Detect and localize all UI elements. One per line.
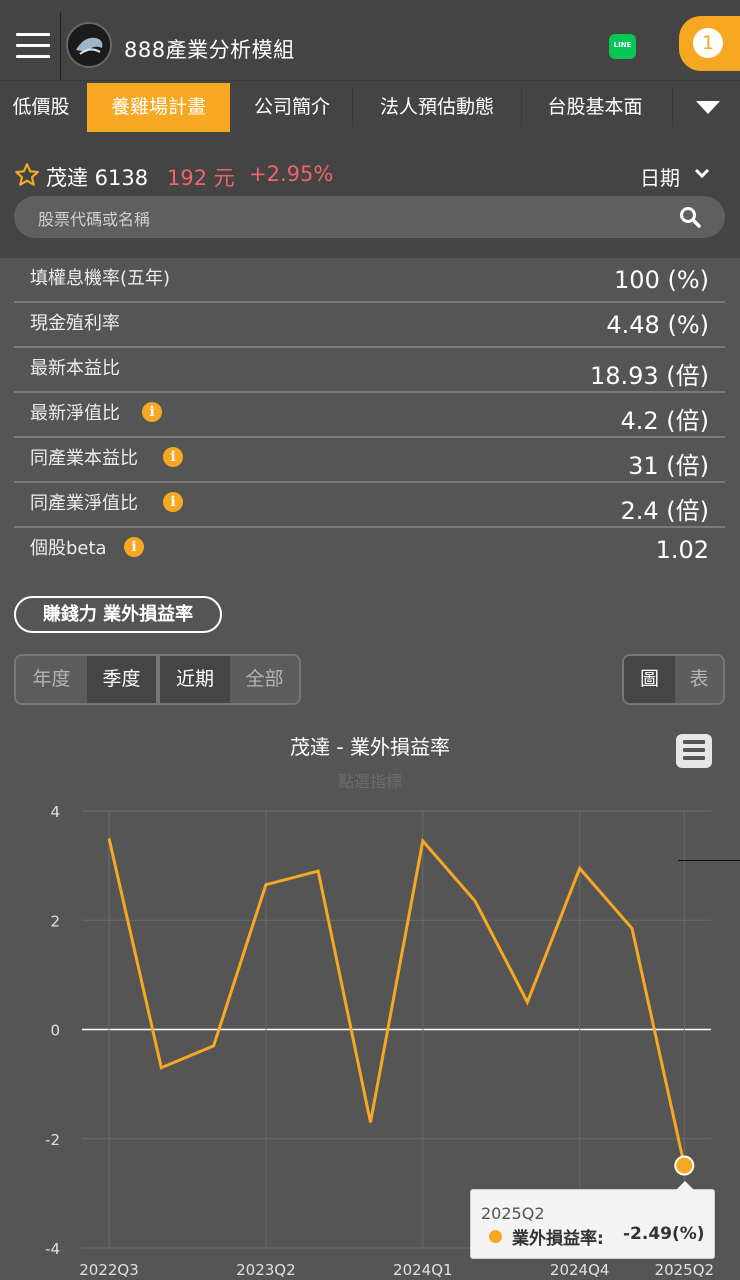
tab-institutional-forecast[interactable]: 法人預估動態	[356, 83, 518, 132]
range-all-button[interactable]: 全部	[230, 656, 299, 703]
x-tick-label: 2025Q2	[655, 1261, 715, 1279]
metric-row: 填權息機率(五年) 100 (%)	[14, 258, 725, 303]
metric-label: 現金殖利率	[30, 313, 120, 334]
x-tick-label: 2022Q3	[79, 1261, 139, 1279]
tab-divider	[521, 87, 522, 127]
tab-company-profile[interactable]: 公司簡介	[236, 83, 348, 132]
view-chart-button[interactable]: 圖	[624, 656, 675, 703]
search-placeholder: 股票代碼或名稱	[38, 210, 151, 229]
metric-label: 同產業本益比	[30, 448, 138, 469]
tooltip-category: 2025Q2	[481, 1204, 545, 1223]
metric-value: 100 (%)	[614, 266, 709, 294]
metric-value: 1.02	[655, 536, 709, 564]
metric-label: 最新淨值比	[30, 403, 120, 424]
x-tick-label: 2024Q1	[393, 1261, 453, 1279]
metric-value: 31 (倍)	[628, 452, 709, 480]
edge-line	[678, 860, 740, 861]
tab-divider	[672, 87, 673, 127]
metric-row: 現金殖利率 4.48 (%)	[14, 303, 725, 348]
chevron-down-icon	[696, 101, 720, 114]
stock-search-input[interactable]: 股票代碼或名稱	[14, 196, 725, 238]
metric-value: 18.93 (倍)	[589, 362, 709, 390]
date-dropdown[interactable]: 日期	[640, 162, 710, 191]
y-tick-label: 2	[50, 912, 60, 930]
app-title: 888產業分析模組	[124, 38, 295, 62]
series-line	[107, 837, 686, 1166]
view-toggle: 圖 表	[622, 654, 725, 705]
notification-button[interactable]: 1	[679, 16, 740, 71]
chart-tooltip: 2025Q2 業外損益率: -2.49(%)	[470, 1181, 715, 1259]
metric-row: 同產業本益比 i 31 (倍)	[14, 438, 725, 483]
tab-fundamentals[interactable]: 台股基本面	[525, 83, 665, 132]
line-share-icon[interactable]: LINE	[609, 34, 636, 59]
stock-change: +2.95%	[249, 162, 334, 186]
period-toggle: 年度 季度	[14, 654, 158, 705]
x-tick-label: 2023Q2	[236, 1261, 296, 1279]
metric-row: 最新本益比 18.93 (倍)	[14, 348, 725, 393]
metric-row: 最新淨值比 i 4.2 (倍)	[14, 393, 725, 438]
tab-low-price[interactable]: 低價股	[0, 83, 82, 132]
tab-chicken-farm[interactable]: 養雞場計畫	[87, 83, 230, 132]
date-dropdown-label: 日期	[640, 166, 680, 190]
search-icon[interactable]	[679, 206, 701, 228]
highlighted-data-point	[674, 1155, 695, 1176]
metric-label: 同產業淨值比	[30, 493, 138, 514]
notification-count: 1	[693, 28, 723, 58]
range-toggle: 近期 全部	[158, 654, 301, 705]
info-icon[interactable]: i	[142, 402, 162, 422]
period-quarterly-button[interactable]: 季度	[87, 656, 156, 703]
tab-bar: 低價股 養雞場計畫 公司簡介 法人預估動態 台股基本面	[0, 80, 740, 132]
info-icon[interactable]: i	[163, 447, 183, 467]
y-tick-label: -4	[45, 1240, 60, 1258]
metric-value: 4.48 (%)	[606, 311, 709, 339]
line-share-label: LINE	[613, 41, 632, 49]
metric-value: 2.4 (倍)	[620, 497, 709, 525]
app-header: 888產業分析模組 LINE 1	[0, 0, 740, 80]
info-icon[interactable]: i	[163, 492, 183, 512]
period-annual-button[interactable]: 年度	[16, 656, 87, 703]
tooltip-value: -2.49(%)	[623, 1224, 705, 1244]
info-icon[interactable]: i	[124, 537, 144, 557]
metric-value: 4.2 (倍)	[620, 407, 709, 435]
metric-row: 同產業淨值比 i 2.4 (倍)	[14, 483, 725, 528]
y-tick-label: -2	[45, 1131, 60, 1149]
x-tick-label: 2024Q4	[550, 1261, 610, 1279]
tab-divider	[352, 87, 353, 127]
metric-label: 個股beta	[30, 538, 107, 559]
range-recent-button[interactable]: 近期	[160, 656, 230, 703]
tooltip-series-marker	[489, 1230, 502, 1243]
tooltip-series-name: 業外損益率:	[512, 1229, 604, 1249]
metric-label: 最新本益比	[30, 358, 120, 379]
stock-name-code: 茂達 6138	[46, 166, 149, 190]
chart-title: 茂達 - 業外損益率	[290, 735, 450, 759]
metric-label: 填權息機率(五年)	[30, 268, 171, 289]
section-pill[interactable]: 賺錢力 業外損益率	[14, 596, 222, 633]
favorite-star-icon[interactable]	[14, 162, 40, 188]
metric-row: 個股beta i 1.02	[14, 528, 725, 573]
stock-price: 192 元	[167, 166, 235, 190]
y-tick-label: 4	[50, 803, 60, 821]
hamburger-menu-icon[interactable]	[16, 33, 50, 59]
more-tabs-button[interactable]	[675, 81, 740, 133]
view-table-button[interactable]: 表	[675, 656, 723, 703]
chevron-down-icon	[694, 168, 710, 179]
y-tick-label: 0	[50, 1022, 60, 1040]
chart-menu-icon[interactable]	[676, 734, 712, 768]
app-logo[interactable]	[66, 22, 112, 68]
stock-info-bar: 茂達 6138 192 元 +2.95% 日期 股票代碼或名稱	[0, 132, 740, 258]
